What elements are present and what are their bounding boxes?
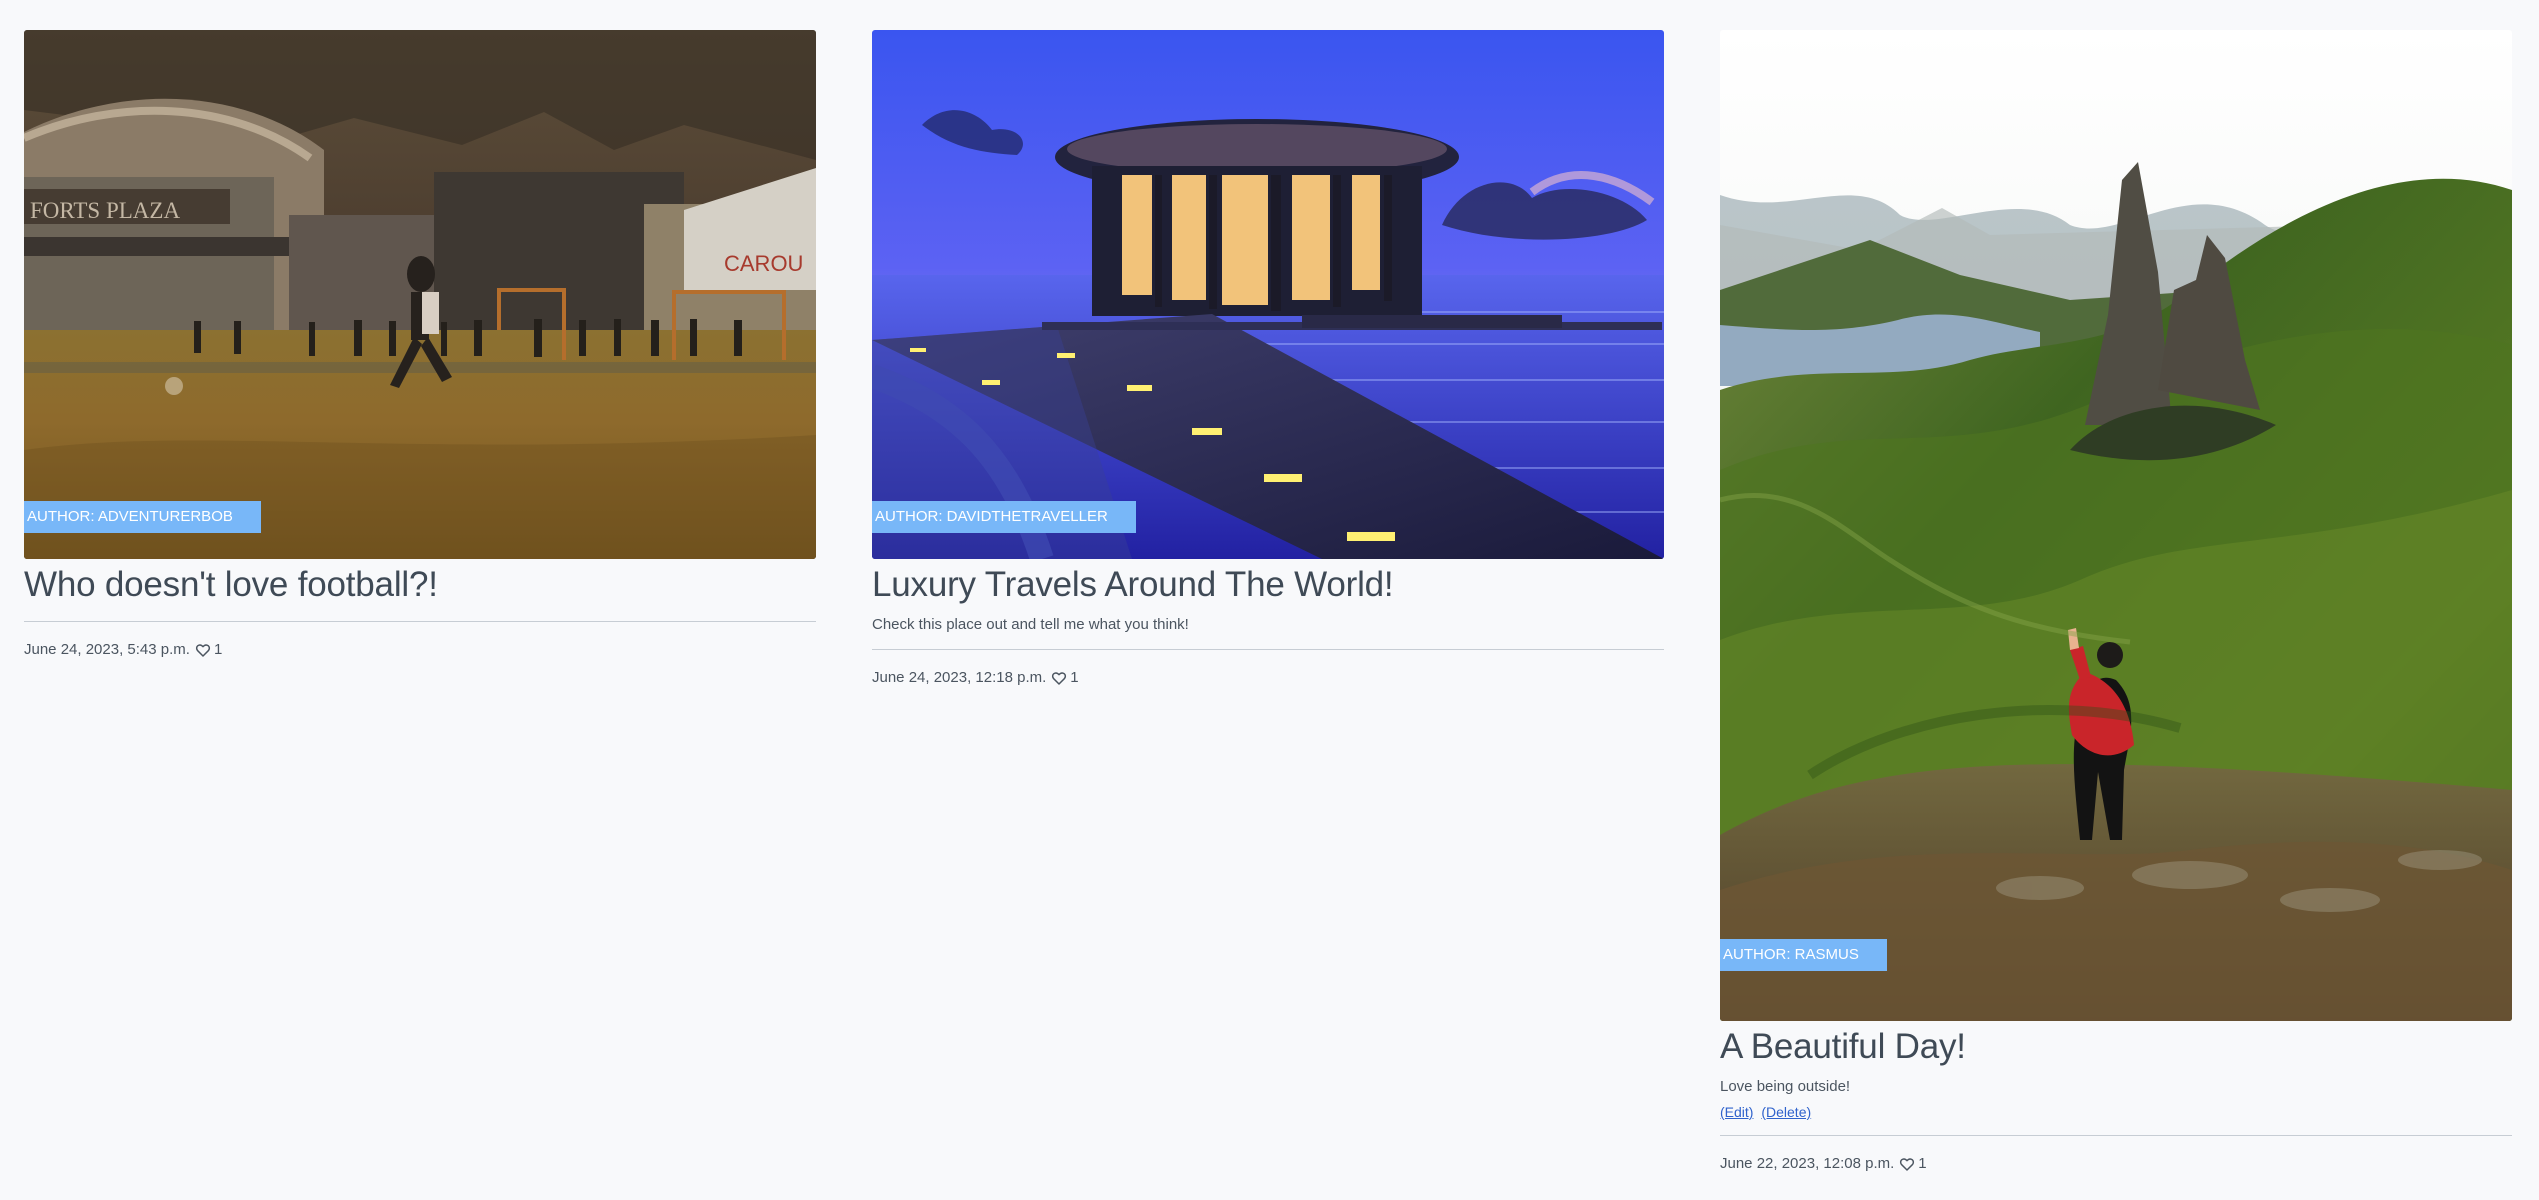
post-divider (1720, 1135, 2512, 1136)
like-count: 1 (213, 641, 223, 658)
post-actions: (Edit) (Delete) (1720, 1103, 2512, 1121)
post-title[interactable]: A Beautiful Day! (1720, 1021, 2512, 1069)
post-excerpt: Check this place out and tell me what yo… (872, 616, 1189, 633)
green-mountain-photo (1720, 30, 2512, 1021)
post-meta: June 24, 2023, 12:18 p.m. 1 (872, 668, 1664, 688)
ocean-pavilion-photo (872, 30, 1664, 559)
post-divider (24, 621, 816, 622)
post-excerpt: Love being outside! (1720, 1078, 1851, 1095)
post-title[interactable]: Who doesn't love football?! (24, 559, 816, 607)
post-grid: FORTS PLAZA CAROU AUTHOR: ADVENTURERBOB … (0, 0, 2539, 1200)
post-author-badge[interactable]: AUTHOR: ADVENTURERBOB (24, 501, 261, 533)
edit-post-link[interactable]: (Edit) (1720, 1104, 1753, 1120)
post-card-beautiful-day[interactable]: AUTHOR: RASMUS A Beautiful Day! Love bei… (1720, 30, 2512, 1174)
like-button[interactable]: 1 (1051, 668, 1079, 688)
post-date: June 22, 2023, 12:08 p.m. (1720, 1155, 1895, 1172)
post-card-body: Luxury Travels Around The World! Check t… (872, 559, 1664, 688)
svg-text:CAROU: CAROU (724, 251, 803, 276)
post-image-beautiful-day[interactable]: AUTHOR: RASMUS (1720, 30, 2512, 1021)
like-count: 1 (1918, 1155, 1927, 1172)
heart-icon (1052, 672, 1067, 685)
post-divider (872, 649, 1664, 650)
post-meta: June 22, 2023, 12:08 p.m. 1 (1720, 1154, 2512, 1174)
football-field-photo: FORTS PLAZA CAROU (24, 30, 816, 559)
post-card-body: A Beautiful Day! Love being outside! (Ed… (1720, 1021, 2512, 1174)
post-meta: June 24, 2023, 5:43 p.m. 1 (24, 640, 816, 660)
post-author-badge[interactable]: AUTHOR: RASMUS (1720, 939, 1887, 971)
post-card-luxury-travels[interactable]: AUTHOR: DAVIDTHETRAVELLER Luxury Travels… (872, 30, 1664, 688)
heart-icon (1900, 1158, 1915, 1171)
post-card-body: Who doesn't love football?! June 24, 202… (24, 559, 816, 660)
post-image-football[interactable]: FORTS PLAZA CAROU AUTHOR: ADVENTURERBOB (24, 30, 816, 559)
like-button[interactable]: 1 (195, 640, 222, 660)
post-title[interactable]: Luxury Travels Around The World! (872, 559, 1664, 607)
post-image-luxury-travels[interactable]: AUTHOR: DAVIDTHETRAVELLER (872, 30, 1664, 559)
like-button[interactable]: 1 (1899, 1154, 1927, 1174)
svg-text:FORTS PLAZA: FORTS PLAZA (30, 198, 180, 223)
heart-icon (195, 644, 211, 657)
delete-post-link[interactable]: (Delete) (1761, 1104, 1811, 1120)
post-date: June 24, 2023, 12:18 p.m. (872, 669, 1047, 686)
like-count: 1 (1070, 669, 1079, 686)
post-card-football[interactable]: FORTS PLAZA CAROU AUTHOR: ADVENTURERBOB … (24, 30, 816, 660)
post-date: June 24, 2023, 5:43 p.m. (24, 641, 190, 658)
post-author-badge[interactable]: AUTHOR: DAVIDTHETRAVELLER (872, 501, 1136, 533)
